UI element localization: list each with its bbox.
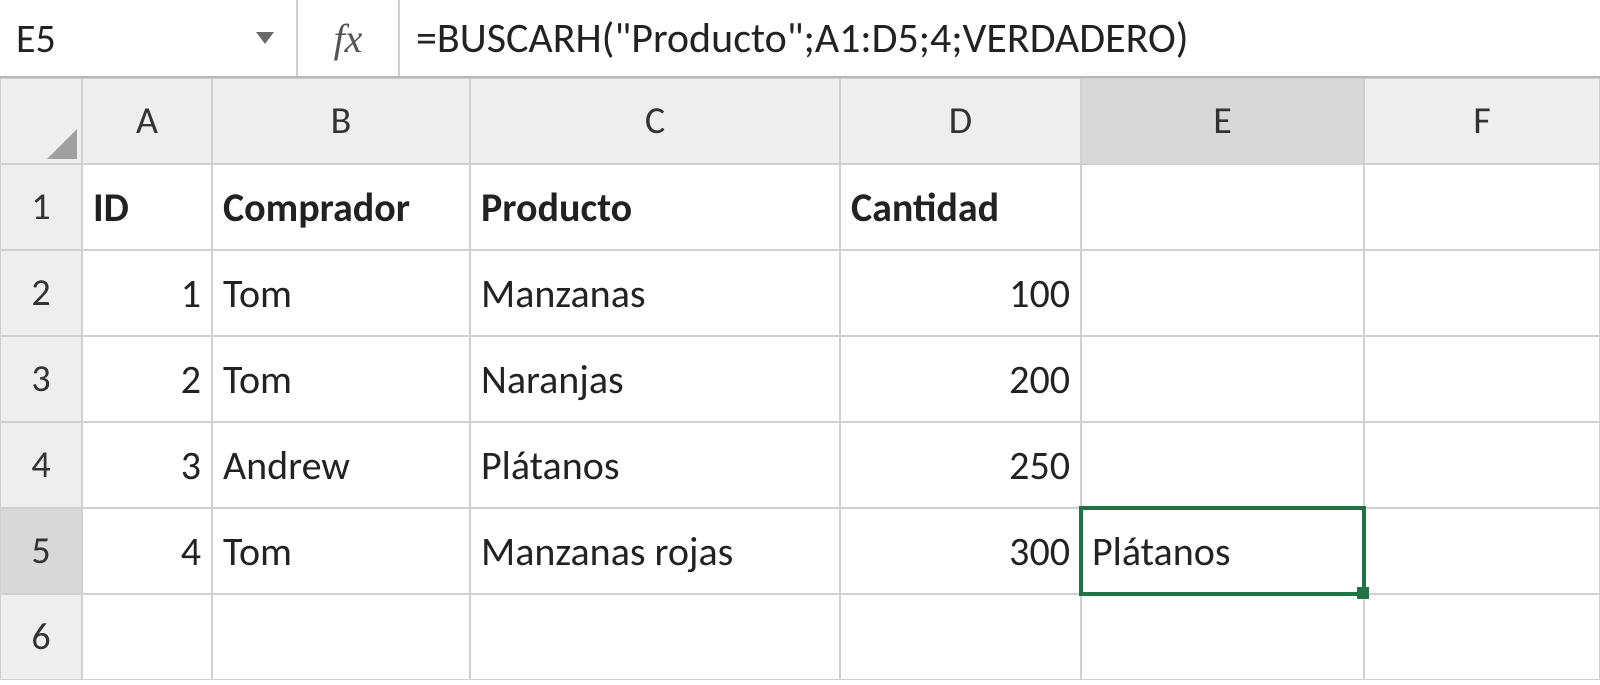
- cell-b1[interactable]: Comprador: [212, 164, 470, 250]
- cell-f5[interactable]: [1364, 508, 1600, 594]
- formula-input[interactable]: =BUSCARH("Producto";A1:D5;4;VERDADERO): [400, 0, 1600, 76]
- cell-e5[interactable]: Plátanos: [1081, 508, 1364, 594]
- fx-button[interactable]: fx: [298, 0, 400, 76]
- col-header-f[interactable]: F: [1364, 78, 1600, 164]
- cell-f3[interactable]: [1364, 336, 1600, 422]
- cell-a2[interactable]: 1: [82, 250, 212, 336]
- row-header-4[interactable]: 4: [0, 422, 82, 508]
- cell-c1[interactable]: Producto: [470, 164, 840, 250]
- col-header-c[interactable]: C: [470, 78, 840, 164]
- fx-icon: fx: [334, 15, 363, 62]
- cell-d2[interactable]: 100: [840, 250, 1081, 336]
- cell-d6[interactable]: [840, 594, 1081, 680]
- cell-f6[interactable]: [1364, 594, 1600, 680]
- cell-c4[interactable]: Plátanos: [470, 422, 840, 508]
- cell-a1[interactable]: ID: [82, 164, 212, 250]
- cell-a5[interactable]: 4: [82, 508, 212, 594]
- cell-c3[interactable]: Naranjas: [470, 336, 840, 422]
- cell-d5[interactable]: 300: [840, 508, 1081, 594]
- formula-bar: E5 fx =BUSCARH("Producto";A1:D5;4;VERDAD…: [0, 0, 1600, 78]
- cell-d3[interactable]: 200: [840, 336, 1081, 422]
- cell-b4[interactable]: Andrew: [212, 422, 470, 508]
- cell-b2[interactable]: Tom: [212, 250, 470, 336]
- row-header-6[interactable]: 6: [0, 594, 82, 680]
- select-all-corner[interactable]: [0, 78, 82, 164]
- spreadsheet-grid[interactable]: A B C D E F 1 ID Comprador Producto Cant…: [0, 78, 1600, 680]
- cell-b6[interactable]: [212, 594, 470, 680]
- row-header-5[interactable]: 5: [0, 508, 82, 594]
- cell-d4[interactable]: 250: [840, 422, 1081, 508]
- name-box-value: E5: [16, 14, 56, 63]
- cell-a6[interactable]: [82, 594, 212, 680]
- col-header-d[interactable]: D: [840, 78, 1081, 164]
- cell-b3[interactable]: Tom: [212, 336, 470, 422]
- col-header-a[interactable]: A: [82, 78, 212, 164]
- cell-f1[interactable]: [1364, 164, 1600, 250]
- cell-e3[interactable]: [1081, 336, 1364, 422]
- cell-e2[interactable]: [1081, 250, 1364, 336]
- cell-c5[interactable]: Manzanas rojas: [470, 508, 840, 594]
- col-header-e[interactable]: E: [1081, 78, 1364, 164]
- name-box[interactable]: E5: [0, 0, 298, 76]
- cell-c2[interactable]: Manzanas: [470, 250, 840, 336]
- cell-b5[interactable]: Tom: [212, 508, 470, 594]
- cell-a4[interactable]: 3: [82, 422, 212, 508]
- row-header-3[interactable]: 3: [0, 336, 82, 422]
- row-header-1[interactable]: 1: [0, 164, 82, 250]
- formula-text: =BUSCARH("Producto";A1:D5;4;VERDADERO): [416, 13, 1189, 64]
- cell-c6[interactable]: [470, 594, 840, 680]
- col-header-b[interactable]: B: [212, 78, 470, 164]
- cell-f2[interactable]: [1364, 250, 1600, 336]
- cell-d1[interactable]: Cantidad: [840, 164, 1081, 250]
- cell-e4[interactable]: [1081, 422, 1364, 508]
- cell-e6[interactable]: [1081, 594, 1364, 680]
- cell-f4[interactable]: [1364, 422, 1600, 508]
- cell-a3[interactable]: 2: [82, 336, 212, 422]
- chevron-down-icon[interactable]: [256, 32, 274, 44]
- cell-e1[interactable]: [1081, 164, 1364, 250]
- row-header-2[interactable]: 2: [0, 250, 82, 336]
